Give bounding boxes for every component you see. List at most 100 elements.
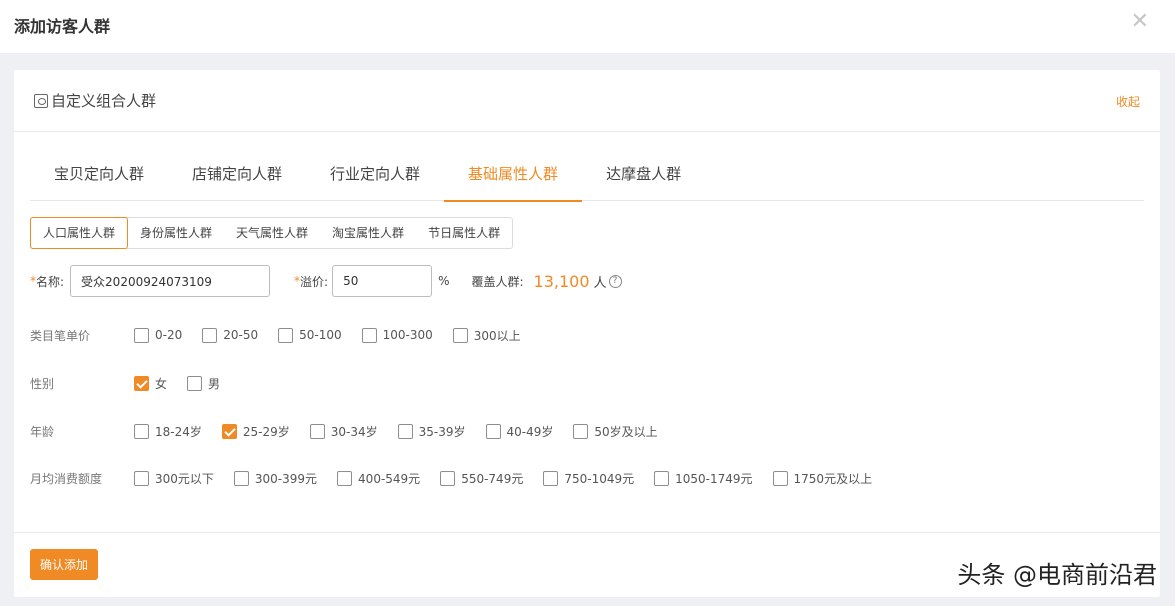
checkbox[interactable] <box>543 470 559 486</box>
option-label: 30-34岁 <box>330 424 378 439</box>
price-option[interactable]: 20-50 <box>202 327 259 343</box>
checkbox[interactable] <box>278 327 294 343</box>
option-label: 100-300 <box>382 328 433 342</box>
option-label: 20-50 <box>223 328 259 342</box>
option-label: 18-24岁 <box>155 424 202 439</box>
option-label: 40-49岁 <box>506 424 554 439</box>
spend-option[interactable]: 300元以下 <box>134 470 214 487</box>
option-label: 0-20 <box>155 328 183 342</box>
coverage-value: 13,100 <box>533 271 590 291</box>
spend-option[interactable]: 300-399元 <box>233 470 318 487</box>
footer-divider <box>14 532 1160 533</box>
age-label: 年龄 <box>30 424 55 439</box>
tab-shop-audience[interactable]: 店铺定向人群 <box>168 152 306 201</box>
checkbox[interactable] <box>772 470 788 486</box>
subtab-taobao[interactable]: 淘宝属性人群 <box>320 218 416 248</box>
gender-label: 性别 <box>30 376 55 391</box>
price-label: 类目笔单价 <box>30 328 91 343</box>
audience-tabs: 宝贝定向人群 店铺定向人群 行业定向人群 基础属性人群 达摩盘人群 <box>30 152 1144 202</box>
checkbox[interactable] <box>134 470 149 486</box>
audience-form-row: * 名称: * 溢价: % 覆盖人群: 13,100 人 ? <box>30 265 622 297</box>
spend-row: 月均消费额度 300元以下 300-399元 400-549元 550-749元… <box>30 468 892 488</box>
spend-option[interactable]: 750-1049元 <box>543 470 634 487</box>
checkbox[interactable] <box>221 423 237 439</box>
confirm-add-button[interactable]: 确认添加 <box>30 549 98 580</box>
spend-option[interactable]: 400-549元 <box>337 470 420 487</box>
help-icon[interactable]: ? <box>608 274 622 288</box>
tab-item-audience[interactable]: 宝贝定向人群 <box>30 152 168 201</box>
checkbox[interactable] <box>187 375 203 391</box>
tab-industry-audience[interactable]: 行业定向人群 <box>306 152 444 201</box>
name-input[interactable] <box>70 265 271 297</box>
price-option[interactable]: 50-100 <box>278 327 342 343</box>
card-header: 自定义组合人群 收起 <box>14 70 1160 132</box>
option-label: 750-1049元 <box>564 471 635 486</box>
checkbox[interactable] <box>337 470 353 486</box>
checkbox[interactable] <box>654 470 670 486</box>
gender-option[interactable]: 男 <box>187 375 220 392</box>
subtab-identity[interactable]: 身份属性人群 <box>128 218 224 248</box>
price-row: 类目笔单价 0-20 20-50 50-100 100-300 300以上 <box>30 325 541 345</box>
option-label: 300元以下 <box>155 471 214 486</box>
attribute-subtabs: 人口属性人群 身份属性人群 天气属性人群 淘宝属性人群 节日属性人群 <box>30 217 514 249</box>
option-label: 50-100 <box>299 328 342 342</box>
audience-icon <box>34 93 48 108</box>
checkbox[interactable] <box>485 423 501 439</box>
subtab-holiday[interactable]: 节日属性人群 <box>416 218 512 248</box>
checkbox[interactable] <box>309 423 325 439</box>
spend-option[interactable]: 1750元及以上 <box>772 470 873 487</box>
age-option[interactable]: 50岁及以上 <box>573 423 658 440</box>
age-option[interactable]: 30-34岁 <box>309 423 378 440</box>
tab-basic-attribute-audience[interactable]: 基础属性人群 <box>444 152 583 202</box>
card-title: 自定义组合人群 <box>51 92 157 110</box>
option-label: 400-549元 <box>358 471 421 486</box>
age-option[interactable]: 25-29岁 <box>221 423 290 440</box>
tab-dmp-audience[interactable]: 达摩盘人群 <box>582 152 705 201</box>
watermark-text: 头条 @电商前沿君 <box>957 561 1157 589</box>
price-option[interactable]: 300以上 <box>452 327 521 344</box>
premium-input[interactable] <box>332 265 433 297</box>
dialog-header: 添加访客人群 ✕ <box>0 0 1175 53</box>
checkbox[interactable] <box>573 423 589 439</box>
subtab-demographic[interactable]: 人口属性人群 <box>30 217 129 249</box>
checkbox[interactable] <box>233 470 249 486</box>
checkbox[interactable] <box>440 470 456 486</box>
checkbox[interactable] <box>134 327 149 343</box>
age-option[interactable]: 18-24岁 <box>134 423 202 440</box>
premium-label: 溢价: <box>300 274 329 289</box>
option-label: 1050-1749元 <box>675 471 753 486</box>
spend-option[interactable]: 550-749元 <box>440 470 523 487</box>
age-row: 年龄 18-24岁 25-29岁 30-34岁 35-39岁 40-49岁 50… <box>30 421 678 441</box>
option-label: 300-399元 <box>254 471 318 486</box>
checkbox[interactable] <box>397 423 413 439</box>
price-option[interactable]: 0-20 <box>134 327 183 343</box>
option-label: 1750元及以上 <box>793 471 873 486</box>
option-label: 25-29岁 <box>242 424 290 439</box>
gender-option[interactable]: 女 <box>134 375 167 392</box>
checkbox[interactable] <box>452 327 468 343</box>
coverage-label: 覆盖人群: <box>471 274 524 289</box>
collapse-link[interactable]: 收起 <box>1116 93 1140 110</box>
option-label: 35-39岁 <box>418 424 466 439</box>
option-label: 50岁及以上 <box>594 424 658 439</box>
checkbox[interactable] <box>202 327 218 343</box>
spend-option[interactable]: 1050-1749元 <box>654 470 753 487</box>
age-option[interactable]: 40-49岁 <box>485 423 554 440</box>
spend-label: 月均消费额度 <box>30 471 103 486</box>
dialog-title: 添加访客人群 <box>14 17 111 36</box>
premium-unit: % <box>438 274 450 288</box>
option-label: 550-749元 <box>461 471 524 486</box>
checkbox[interactable] <box>361 327 377 343</box>
age-option[interactable]: 35-39岁 <box>397 423 466 440</box>
checkbox[interactable] <box>134 375 149 391</box>
price-option[interactable]: 100-300 <box>361 327 433 343</box>
option-label: 男 <box>208 376 221 391</box>
custom-audience-card: 自定义组合人群 收起 宝贝定向人群 店铺定向人群 行业定向人群 基础属性人群 达… <box>14 70 1160 597</box>
coverage-unit: 人 <box>593 275 607 291</box>
option-label: 300以上 <box>473 328 521 343</box>
close-icon[interactable]: ✕ <box>1131 10 1149 34</box>
subtab-weather[interactable]: 天气属性人群 <box>224 218 320 248</box>
checkbox[interactable] <box>134 423 149 439</box>
gender-row: 性别 女 男 <box>30 373 240 393</box>
option-label: 女 <box>155 376 168 391</box>
